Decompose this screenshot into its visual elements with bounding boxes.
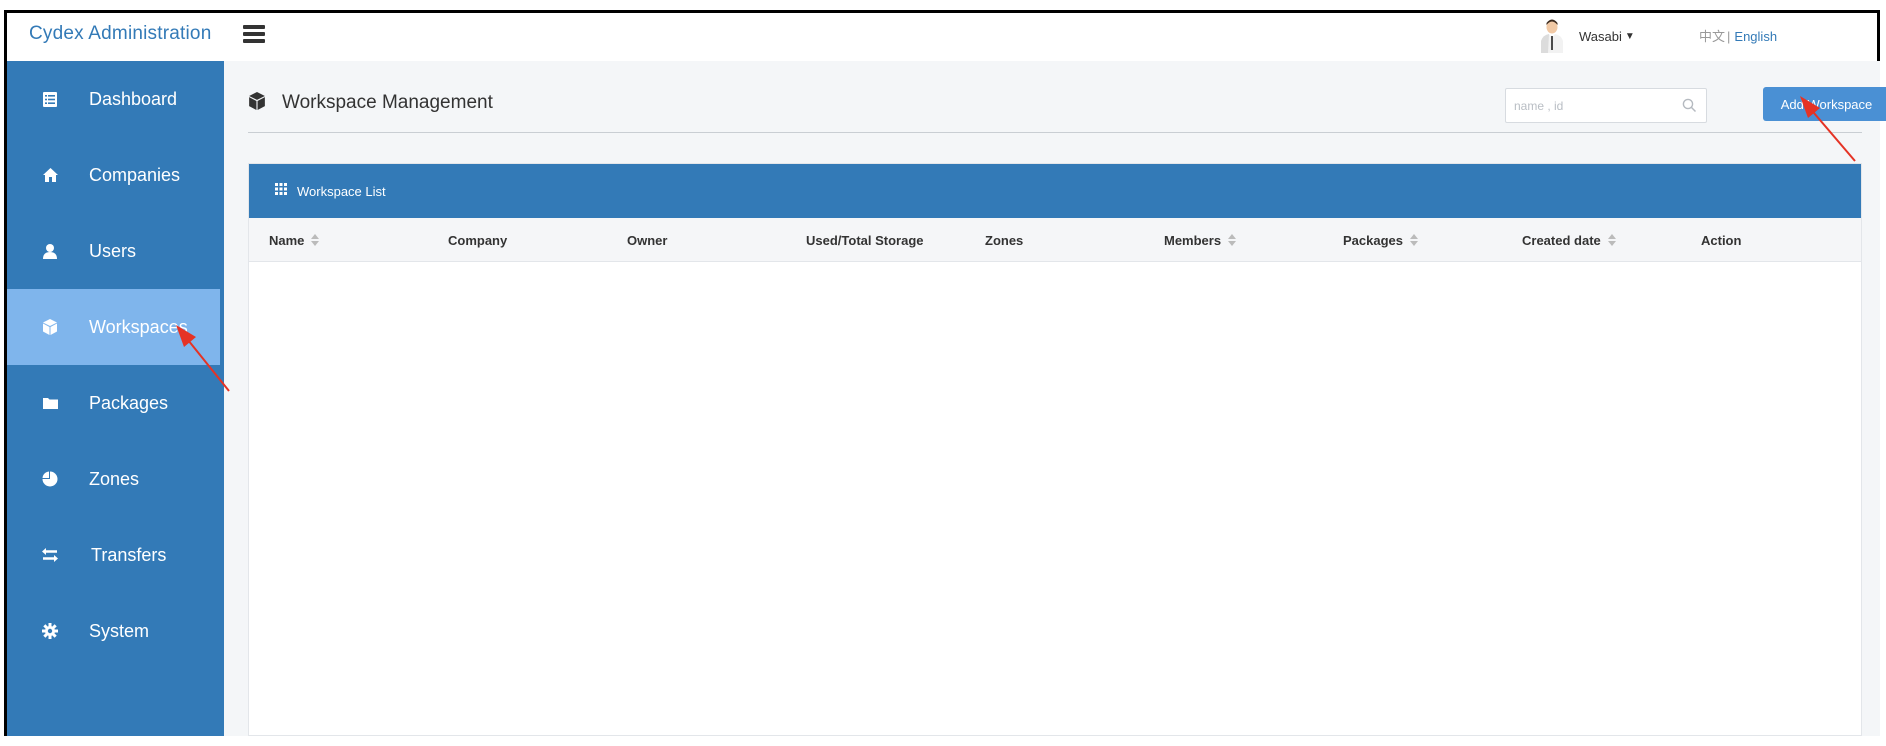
search-icon[interactable] <box>1682 98 1697 113</box>
table-header: Name Company Owner Used/Total Storage Zo… <box>249 218 1861 262</box>
app-title: Cydex Administration <box>29 23 212 44</box>
column-header-action: Action <box>1701 233 1741 248</box>
user-icon <box>41 242 59 260</box>
sidebar-item-label: Dashboard <box>89 88 178 109</box>
sort-icon <box>311 234 320 247</box>
search-box <box>1505 88 1707 123</box>
sidebar-item-label: Packages <box>89 392 169 413</box>
add-workspace-button[interactable]: Add Workspace <box>1763 87 1886 121</box>
sidebar-item-dashboard[interactable]: Dashboard <box>7 61 224 137</box>
list-icon <box>41 90 59 108</box>
sidebar-item-users[interactable]: Users <box>7 213 224 289</box>
column-header-created-date[interactable]: Created date <box>1522 233 1616 248</box>
column-label: Members <box>1164 233 1222 248</box>
page-header: Workspace Management Add Workspace <box>248 61 1886 133</box>
sidebar-item-label: Companies <box>89 164 181 185</box>
caret-down-icon: ▼ <box>1624 30 1635 42</box>
column-label: Created date <box>1522 233 1601 248</box>
lang-separator: | <box>1727 29 1731 44</box>
search-input[interactable] <box>1506 89 1676 122</box>
column-header-packages[interactable]: Packages <box>1343 233 1418 248</box>
panel-title: Workspace List <box>297 184 386 199</box>
app-window: Cydex Administration Wasabi ▼ 中文 | English <box>4 10 1886 736</box>
home-icon <box>41 166 59 184</box>
sidebar-item-transfers[interactable]: Transfers <box>7 517 224 593</box>
cube-icon <box>249 92 265 110</box>
sidebar-item-workspaces[interactable]: Workspaces <box>7 289 220 365</box>
sidebar-item-label: Users <box>89 240 137 261</box>
column-header-company: Company <box>448 233 507 248</box>
sidebar-item-label: Workspaces <box>89 316 188 337</box>
sidebar-item-system[interactable]: System <box>7 593 224 669</box>
user-menu[interactable]: Wasabi ▼ <box>1539 17 1635 55</box>
sidebar: Dashboard Companies Users Workspaces Pac… <box>7 61 224 736</box>
avatar <box>1541 19 1563 53</box>
sort-icon <box>1410 234 1418 247</box>
column-header-zones: Zones <box>985 233 1023 248</box>
user-name: Wasabi <box>1579 28 1622 44</box>
column-header-storage: Used/Total Storage <box>806 233 924 248</box>
sort-icon <box>1607 234 1616 247</box>
column-label: Company <box>448 233 508 248</box>
sidebar-item-label: System <box>89 620 150 641</box>
lang-zh-link[interactable]: 中文 <box>1699 29 1725 44</box>
sidebar-item-label: Transfers <box>91 544 167 565</box>
column-label: Packages <box>1343 233 1403 248</box>
sidebar-item-zones[interactable]: Zones <box>7 441 224 517</box>
column-header-name[interactable]: Name <box>269 233 320 248</box>
lang-en-link[interactable]: English <box>1734 29 1777 44</box>
column-label: Owner <box>627 233 668 248</box>
sidebar-item-companies[interactable]: Companies <box>7 137 224 213</box>
grid-icon <box>275 183 287 195</box>
language-switcher: 中文 | English <box>1699 26 1777 45</box>
column-label: Name <box>269 233 305 248</box>
column-header-members[interactable]: Members <box>1164 233 1237 248</box>
sort-icon <box>1228 234 1237 247</box>
column-label: Action <box>1701 233 1742 248</box>
main-content: Workspace Management Add Workspace Works… <box>224 61 1886 736</box>
column-label: Zones <box>985 233 1024 248</box>
column-header-owner: Owner <box>627 233 667 248</box>
gear-icon <box>41 622 59 640</box>
column-label: Used/Total Storage <box>806 233 924 248</box>
top-bar: Cydex Administration Wasabi ▼ 中文 | English <box>7 13 1877 61</box>
page-title: Workspace Management <box>282 92 493 113</box>
menu-toggle-icon[interactable] <box>243 25 265 43</box>
pie-chart-icon <box>41 470 59 488</box>
transfer-icon <box>41 546 59 564</box>
cube-icon <box>41 318 59 336</box>
folder-icon <box>41 394 59 412</box>
panel-header: Workspace List <box>249 164 1861 218</box>
sidebar-item-packages[interactable]: Packages <box>7 365 224 441</box>
sidebar-item-label: Zones <box>89 468 140 489</box>
workspace-list-panel: Workspace List Name Company Owner Used/T… <box>248 163 1862 736</box>
